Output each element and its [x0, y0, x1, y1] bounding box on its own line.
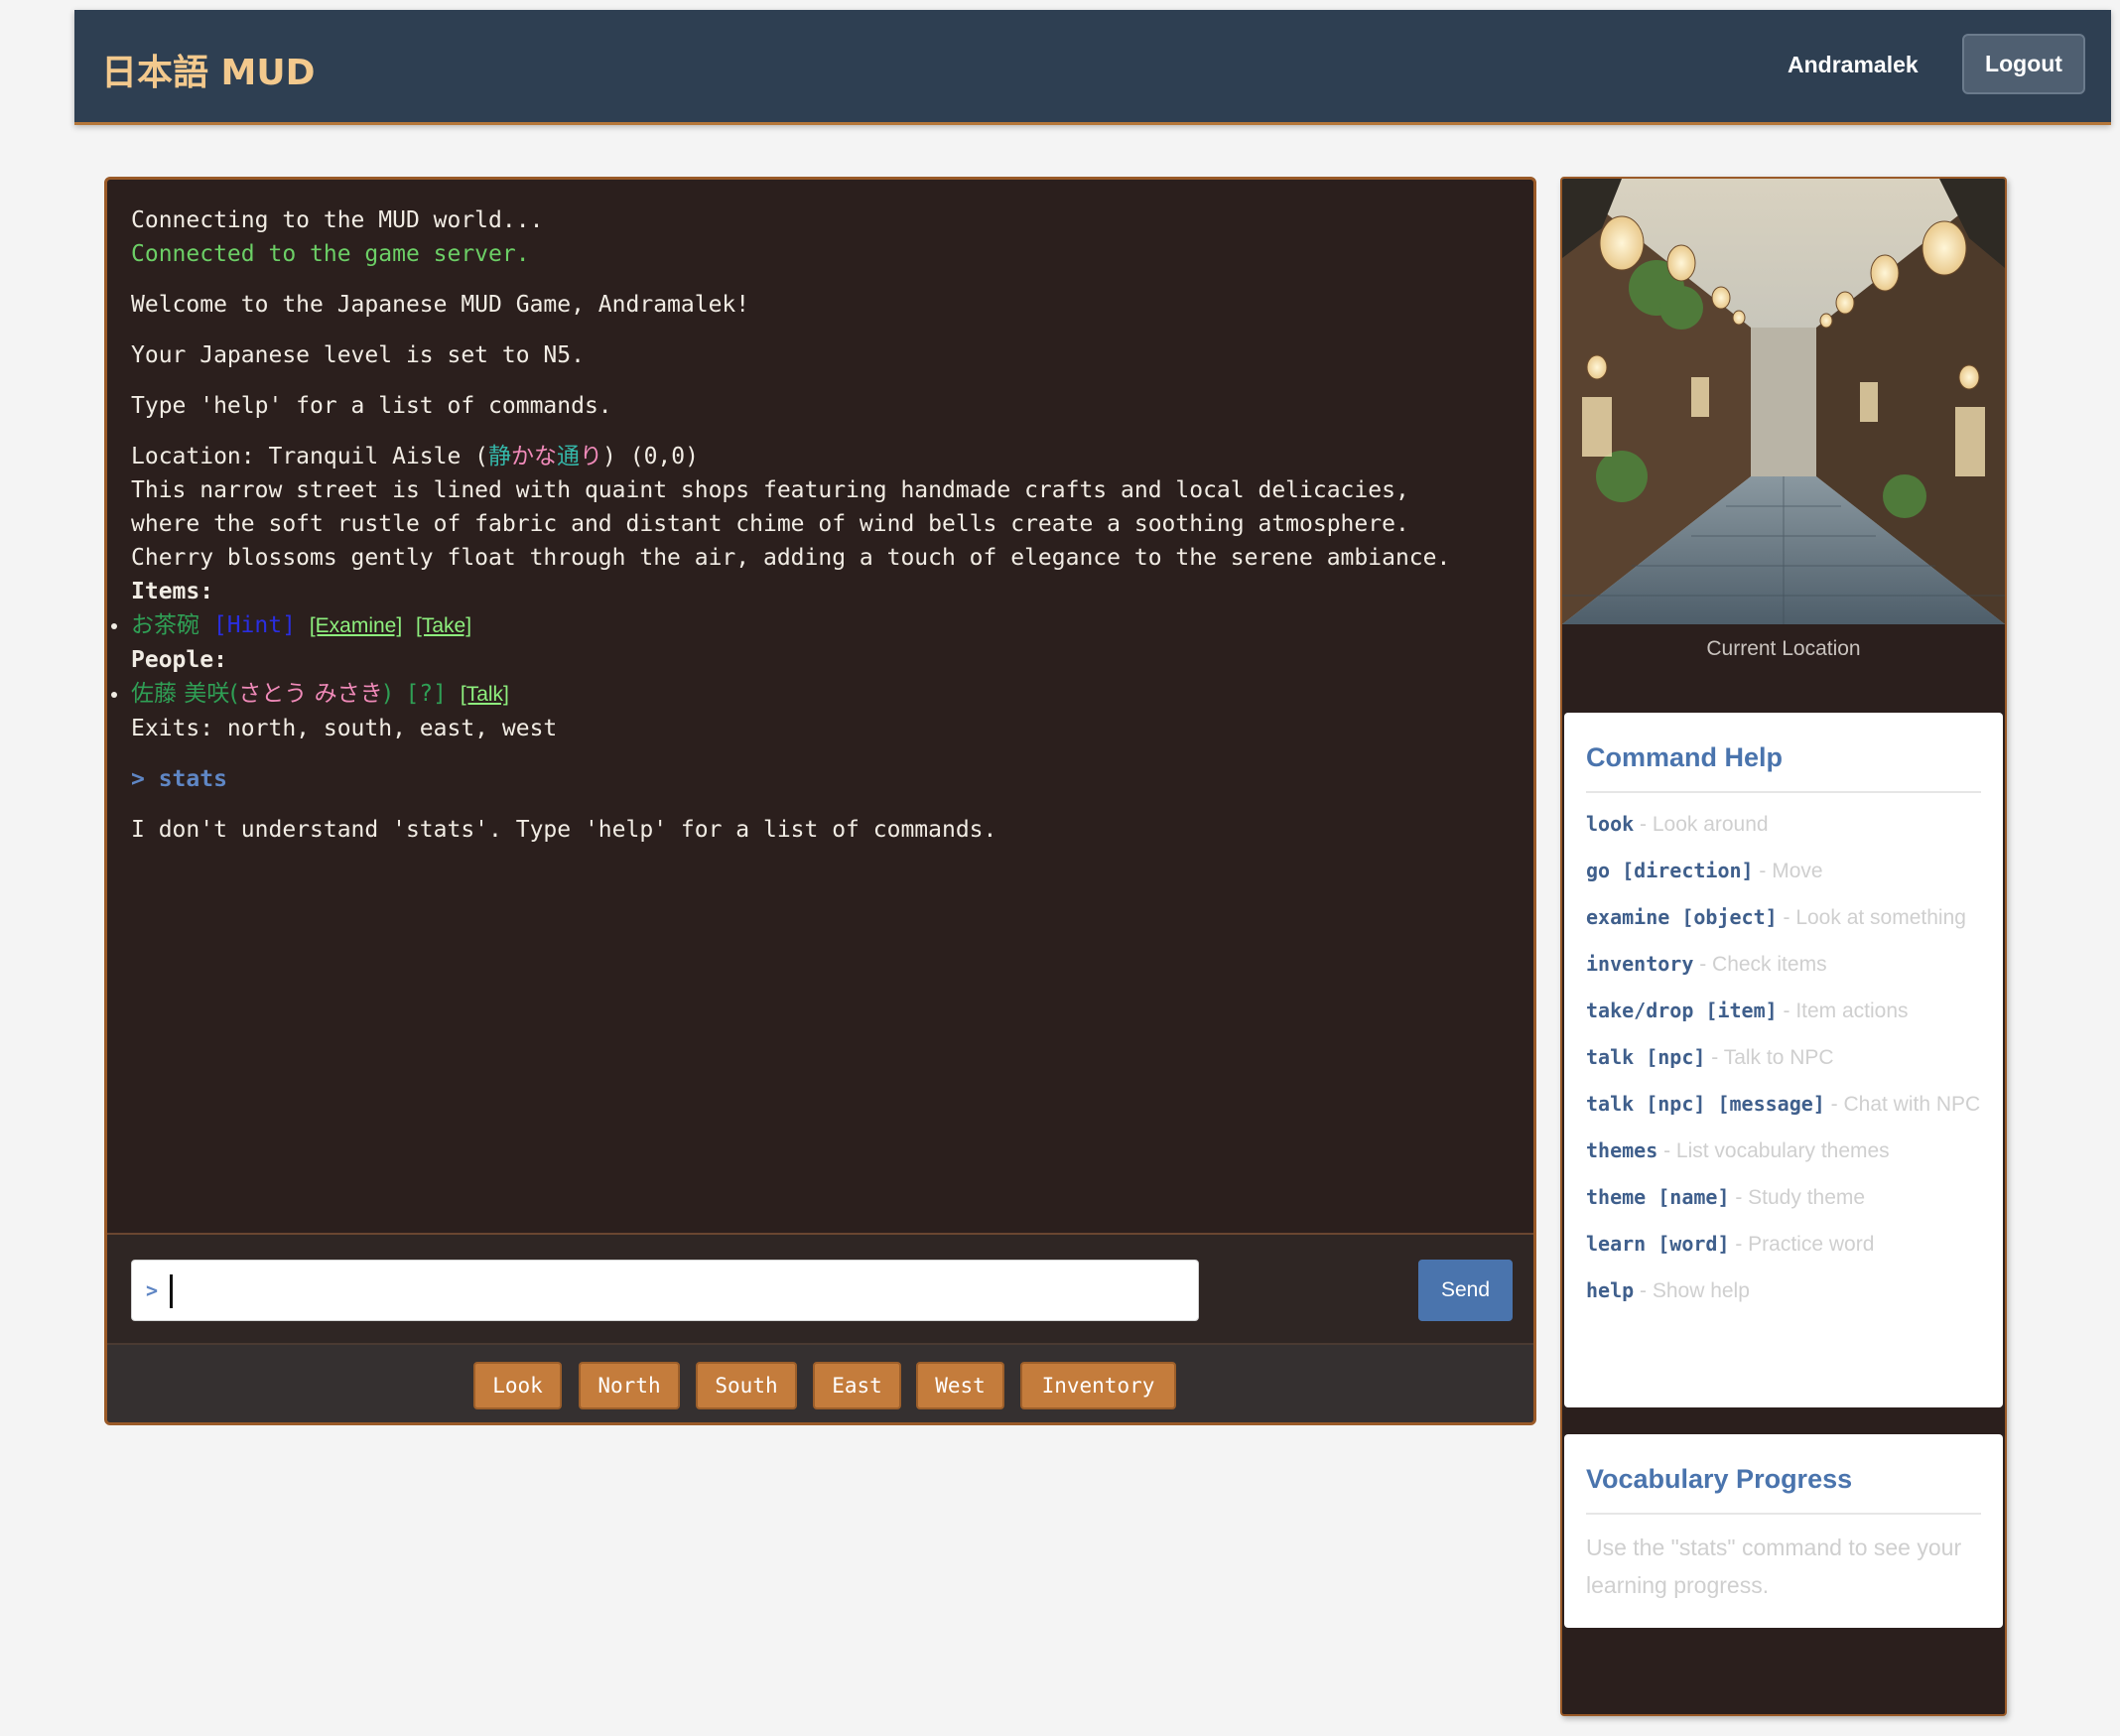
east-button[interactable]: East: [813, 1362, 901, 1409]
location-caption: Current Location: [1706, 637, 1861, 660]
command-input[interactable]: >: [131, 1260, 1199, 1321]
south-button[interactable]: South: [696, 1362, 797, 1409]
north-button[interactable]: North: [579, 1362, 680, 1409]
help-item-theme: theme [name] - Study theme: [1586, 1185, 1866, 1209]
help-item-take-drop: take/drop [item] - Item actions: [1586, 999, 1909, 1022]
sidebar: Current Location Command Help look - Loo…: [1560, 177, 2007, 1716]
game-console: Connecting to the MUD world... Connected…: [104, 177, 1536, 1425]
command-help-card: Command Help look - Look around go [dire…: [1564, 713, 2003, 1407]
talk-link[interactable]: [Talk]: [461, 683, 509, 706]
description-line: This narrow street is lined with quaint …: [131, 477, 1409, 503]
output-line: Connecting to the MUD world...: [131, 207, 544, 233]
input-bar: > Send: [107, 1233, 1533, 1345]
prompt-symbol: >: [146, 1278, 159, 1302]
look-button[interactable]: Look: [473, 1362, 562, 1409]
npc-info-link[interactable]: [?]: [405, 681, 447, 707]
username-label: Andramalek: [1788, 52, 1919, 77]
help-item-examine: examine [object] - Look at something: [1586, 905, 1966, 929]
help-item-look: look - Look around: [1586, 812, 1769, 836]
output-line: I don't understand 'stats'. Type 'help' …: [131, 817, 997, 843]
npc-name[interactable]: 佐藤 美咲: [131, 681, 229, 707]
send-button[interactable]: Send: [1418, 1260, 1513, 1321]
output-line: Type 'help' for a list of commands.: [131, 393, 612, 419]
exits-line: Exits: north, south, east, west: [131, 716, 558, 741]
brand-title: 日本語 MUD: [101, 53, 316, 93]
location-line: Location: Tranquil Aisle (静かな通り) (0,0): [131, 444, 699, 469]
npc-row: 佐藤 美咲(さとう みさき) [?] [Talk]: [111, 677, 1521, 712]
people-heading: People:: [131, 647, 227, 673]
items-heading: Items:: [131, 579, 214, 604]
vocab-progress-card: Vocabulary Progress Use the "stats" comm…: [1564, 1434, 2003, 1628]
description-line: where the soft rustle of fabric and dist…: [131, 511, 1409, 537]
npc-reading: さとう みさき: [238, 681, 383, 707]
command-help-title: Command Help: [1586, 713, 1981, 793]
description-line: Cherry blossoms gently float through the…: [131, 545, 1451, 571]
west-button[interactable]: West: [916, 1362, 1004, 1409]
help-item-go: go [direction] - Move: [1586, 859, 1823, 882]
text-caret: [170, 1274, 173, 1308]
take-link[interactable]: [Take]: [416, 614, 471, 637]
top-nav: 日本語 MUD Andramalek Logout: [74, 10, 2111, 125]
help-item-talk: talk [npc] - Talk to NPC: [1586, 1045, 1834, 1069]
help-item-themes: themes - List vocabulary themes: [1586, 1138, 1890, 1162]
vocab-progress-title: Vocabulary Progress: [1586, 1434, 1981, 1515]
item-name[interactable]: お茶碗: [131, 612, 199, 638]
command-echo: > stats: [131, 766, 227, 792]
help-item-talk-message: talk [npc] [message] - Chat with NPC: [1586, 1092, 1981, 1116]
output-line: Your Japanese level is set to N5.: [131, 342, 585, 368]
hint-link[interactable]: [Hint]: [213, 612, 296, 638]
location-image: [1562, 179, 2005, 624]
quick-actions: Look North South East West Inventory: [107, 1345, 1533, 1422]
vocab-progress-text: Use the "stats" command to see your lear…: [1586, 1535, 1962, 1598]
help-item-inventory: inventory - Check items: [1586, 952, 1827, 976]
output-line: Connected to the game server.: [131, 241, 530, 267]
help-item-learn: learn [word] - Practice word: [1586, 1232, 1875, 1256]
output-line: Welcome to the Japanese MUD Game, Andram…: [131, 292, 750, 318]
game-output: Connecting to the MUD world... Connected…: [111, 203, 1521, 847]
examine-link[interactable]: [Examine]: [310, 614, 402, 637]
item-row: お茶碗 [Hint] [Examine] [Take]: [111, 608, 1521, 643]
inventory-button[interactable]: Inventory: [1020, 1362, 1176, 1409]
help-item-help: help - Show help: [1586, 1278, 1750, 1302]
logout-button[interactable]: Logout: [1962, 34, 2085, 94]
